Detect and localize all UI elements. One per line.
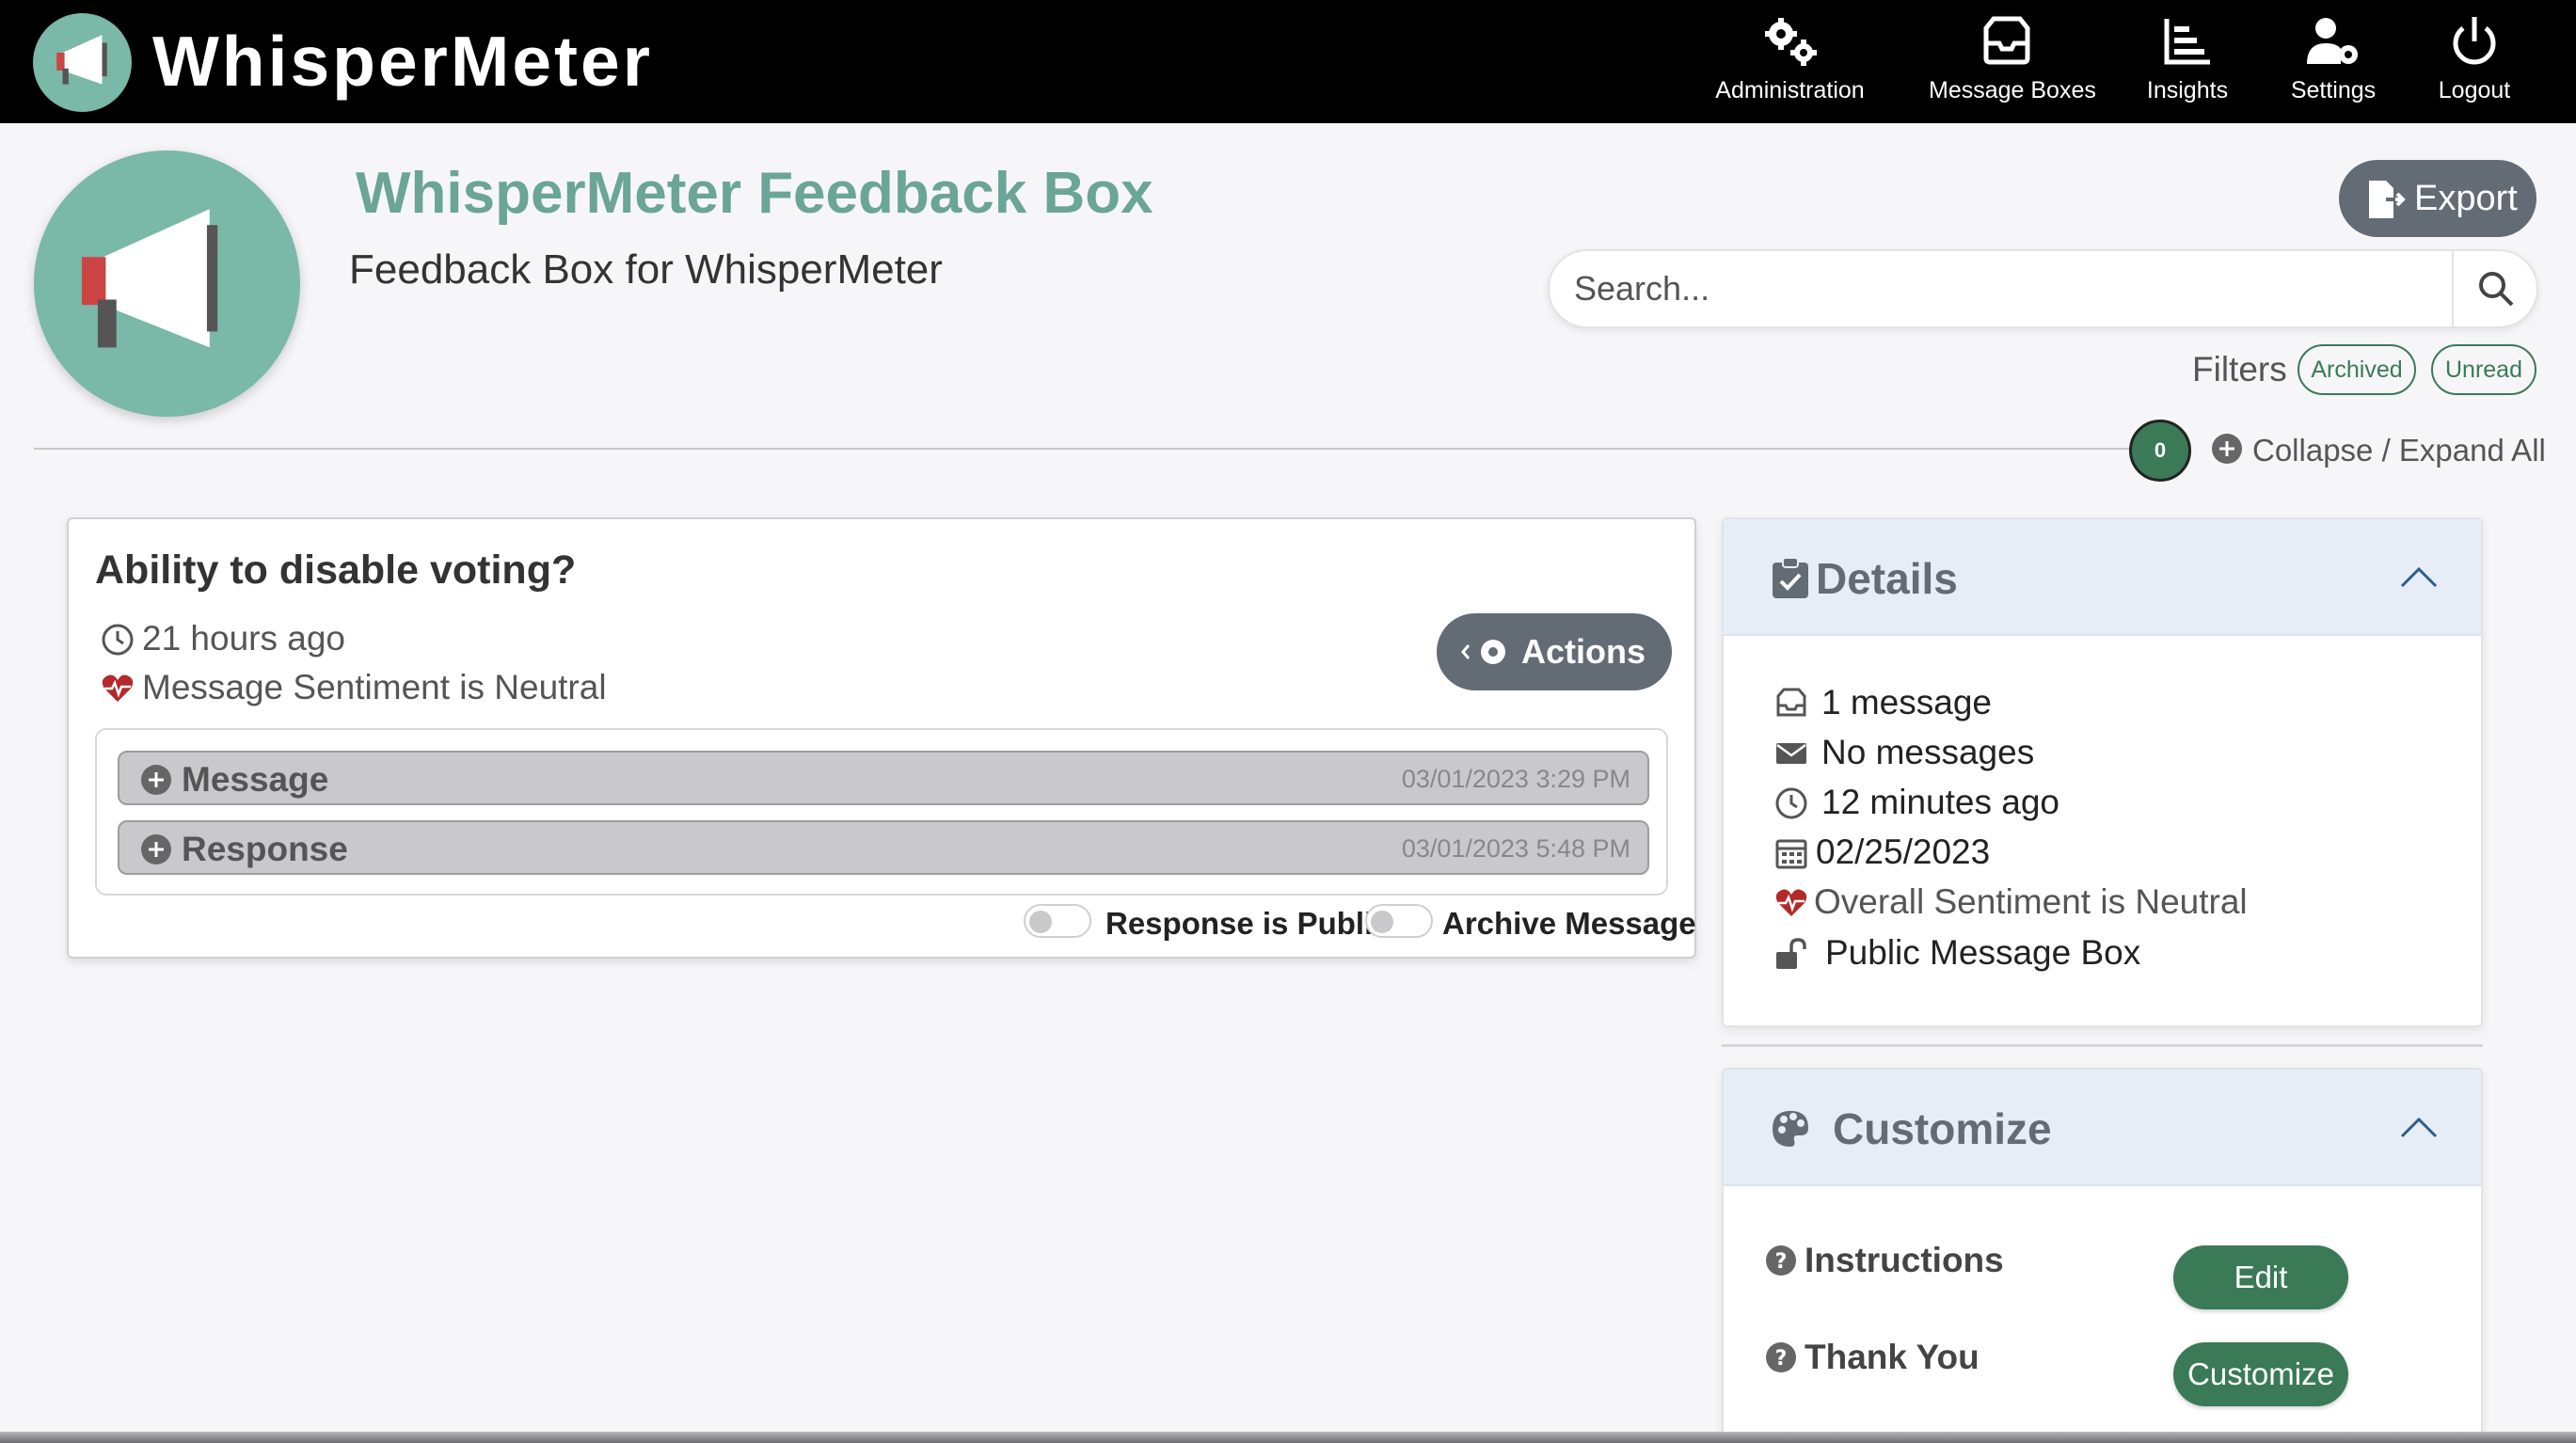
chevron-up-icon[interactable]: [2399, 564, 2439, 589]
nav-label: Message Boxes: [1929, 77, 2096, 103]
filter-archived[interactable]: Archived: [2298, 344, 2416, 395]
message-title: Ability to disable voting?: [95, 547, 577, 593]
clock-icon: [1775, 787, 1807, 819]
chevron-gear-icon: [1461, 640, 1505, 664]
nav-settings[interactable]: Settings: [2286, 9, 2380, 113]
response-section[interactable]: Response 03/01/2023 5:48 PM: [118, 820, 1649, 875]
section-label: Response: [182, 830, 348, 868]
message-time-text: 21 hours ago: [142, 619, 346, 658]
file-export-icon: [2369, 181, 2406, 218]
toggle-knob: [1371, 911, 1393, 933]
svg-text:?: ?: [1775, 1250, 1788, 1274]
actions-label: Actions: [1521, 632, 1646, 671]
panel-divider: [1722, 1044, 2483, 1047]
response-public-label: Response is Public: [1105, 906, 1391, 941]
search-input[interactable]: [1574, 261, 2440, 317]
power-icon: [2453, 17, 2496, 65]
customize-panel: Customize ? Instructions Edit ? Thank Yo…: [1722, 1068, 2483, 1443]
gears-icon: [1764, 18, 1817, 66]
nav-label: Settings: [2290, 77, 2377, 103]
section-timestamp: 03/01/2023 3:29 PM: [1401, 765, 1630, 793]
search-icon: [2479, 272, 2514, 307]
heartbeat-icon: [1775, 889, 1807, 916]
customize-title: Customize: [1833, 1104, 2052, 1153]
customize-row-label: Instructions: [1805, 1241, 2004, 1279]
response-public-toggle[interactable]: [1024, 904, 1091, 938]
details-title: Details: [1816, 554, 1958, 603]
edit-instructions-button[interactable]: Edit: [2173, 1245, 2348, 1309]
chart-icon: [2164, 19, 2210, 65]
window-bottom-edge: [0, 1432, 2576, 1443]
details-panel: Details 1 message No messages 12 minutes…: [1722, 517, 2483, 1027]
question-circle-icon: ?: [1766, 1245, 1796, 1276]
nav-insights[interactable]: Insights: [2145, 9, 2230, 113]
message-card: Ability to disable voting? 21 hours ago …: [67, 517, 1696, 959]
section-label: Message: [182, 760, 329, 799]
envelope-icon: [1776, 743, 1806, 764]
plus-circle-icon: [2212, 434, 2242, 464]
detail-text: No messages: [1821, 733, 2035, 771]
nav-label: Logout: [2438, 77, 2511, 103]
search-bar: [1548, 249, 2538, 328]
export-button[interactable]: Export: [2339, 160, 2536, 237]
filter-unread[interactable]: Unread: [2431, 344, 2536, 395]
plus-circle-icon: [141, 765, 171, 795]
clock-icon: [102, 624, 134, 656]
search-button[interactable]: [2452, 251, 2536, 326]
toggle-knob: [1029, 911, 1052, 933]
unlock-icon: [1776, 938, 1806, 969]
divider: [34, 448, 2132, 450]
brand-megaphone-icon[interactable]: [33, 13, 132, 112]
message-sentiment-text: Message Sentiment is Neutral: [142, 668, 607, 706]
detail-text: 02/25/2023: [1816, 832, 1991, 871]
plus-circle-icon: [141, 834, 171, 864]
nav-administration[interactable]: Administration: [1712, 9, 1868, 113]
user-gear-icon: [2307, 18, 2358, 64]
inbox-icon: [1983, 16, 2029, 65]
message-thread: Message 03/01/2023 3:29 PM Response 03/0…: [95, 728, 1668, 896]
clipboard-check-icon: [1773, 557, 1808, 598]
inbox-icon: [1776, 688, 1806, 717]
actions-button[interactable]: Actions: [1437, 613, 1672, 690]
message-section[interactable]: Message 03/01/2023 3:29 PM: [118, 751, 1649, 805]
brand-name[interactable]: WhisperMeter: [152, 19, 653, 103]
detail-text: 1 message: [1821, 683, 1992, 722]
export-label: Export: [2414, 179, 2518, 218]
customize-row-label: Thank You: [1805, 1338, 1980, 1376]
filters-label: Filters: [2192, 350, 2287, 388]
nav-label: Administration: [1715, 77, 1865, 103]
svg-text:?: ?: [1775, 1347, 1788, 1371]
page-subtitle: Feedback Box for WhisperMeter: [349, 246, 943, 293]
palette-icon: [1773, 1111, 1808, 1147]
box-avatar-megaphone-icon: [34, 151, 300, 417]
section-timestamp: 03/01/2023 5:48 PM: [1401, 834, 1630, 863]
archive-message-toggle[interactable]: [1365, 904, 1433, 938]
nav-logout[interactable]: Logout: [2427, 9, 2521, 113]
nav-label: Insights: [2146, 77, 2229, 103]
nav-message-boxes[interactable]: Message Boxes: [1929, 9, 2096, 113]
customize-thank-you-button[interactable]: Customize: [2173, 1342, 2348, 1406]
chevron-up-icon[interactable]: [2399, 1115, 2439, 1139]
detail-text: Overall Sentiment is Neutral: [1814, 882, 2248, 921]
page-title: WhisperMeter Feedback Box: [356, 161, 1153, 226]
collapse-expand-label: Collapse / Expand All: [2252, 433, 2546, 468]
top-navbar: WhisperMeter Administration Message Boxe…: [0, 0, 2576, 123]
detail-text: Public Message Box: [1825, 933, 2141, 972]
details-header[interactable]: Details: [1724, 519, 2481, 636]
heartbeat-icon: [102, 674, 134, 702]
question-circle-icon: ?: [1766, 1342, 1796, 1372]
message-count-badge: 0: [2129, 420, 2191, 482]
archive-message-label: Archive Message: [1442, 906, 1696, 941]
customize-header[interactable]: Customize: [1724, 1070, 2481, 1186]
detail-text: 12 minutes ago: [1821, 783, 2060, 821]
calendar-icon: [1775, 839, 1807, 869]
